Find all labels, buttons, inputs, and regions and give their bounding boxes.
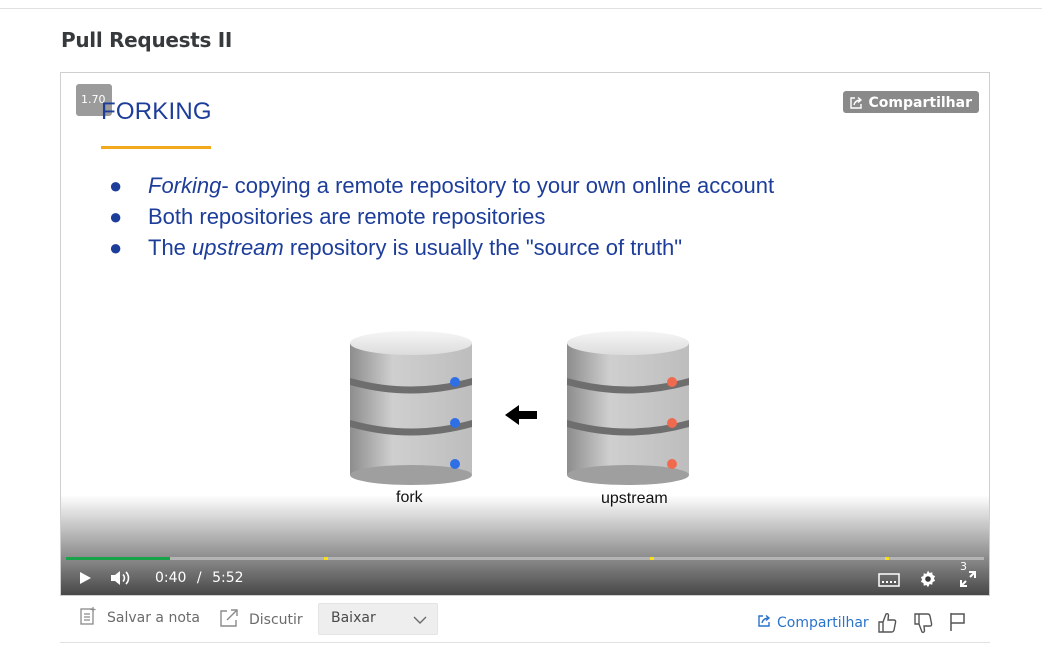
bullet-dot-icon: ● [109,173,123,198]
bottom-divider [60,642,990,643]
fork-dot [450,418,460,428]
captions-icon[interactable] [878,572,900,591]
upstream-dot [667,377,677,387]
progress-played [66,557,171,560]
database-diagram [350,331,689,485]
play-icon[interactable] [77,570,93,590]
share-icon [849,96,863,110]
volume-icon[interactable] [110,570,132,590]
fork-dot [450,377,460,387]
download-select-value: Baixar [331,610,376,626]
share-label: Compartilhar [777,615,869,631]
save-note-label: Salvar a nota [107,610,200,626]
current-time: 0:40 [155,570,187,586]
thumbs-down-icon[interactable] [913,612,933,638]
video-player[interactable]: 1.70 FORKING Compartilhar ● Forking- cop… [60,72,990,596]
fork-dot [450,459,460,469]
bullet-dot-icon: ● [109,204,123,229]
duration: 5:52 [212,570,244,586]
thumbs-up-icon[interactable] [877,612,897,638]
save-note-button[interactable]: Salvar a nota [79,606,200,630]
chapter-marker[interactable] [323,557,328,560]
share-link[interactable]: Compartilhar [757,614,869,632]
fork-database-icon [350,331,472,485]
discuss-button[interactable]: Discutir [219,608,303,632]
external-link-icon [219,608,239,632]
slide-bullet: ● Both repositories are remote repositor… [109,201,774,232]
share-overlay-label: Compartilhar [868,95,972,111]
chevron-down-icon [413,613,427,629]
slide-bullet: ● The upstream repository is usually the… [109,232,774,263]
note-icon [79,606,97,630]
settings-gear-icon[interactable] [919,570,937,592]
chapter-marker[interactable] [649,557,654,560]
flag-icon[interactable] [949,612,967,636]
share-overlay-button[interactable]: Compartilhar [842,91,979,113]
upstream-dot [667,459,677,469]
time-display: 0:40 / 5:52 [155,570,244,586]
upstream-dot [667,418,677,428]
bullet-dot-icon: ● [109,235,123,260]
fullscreen-icon[interactable] [959,570,977,592]
fork-upstream-diagram: fork upstream [341,323,701,513]
top-divider [0,8,1042,9]
slide-bullet: ● Forking- copying a remote repository t… [109,170,774,201]
slide-bullet-list: ● Forking- copying a remote repository t… [109,170,774,263]
progress-bar[interactable] [66,557,984,560]
left-arrow-icon [505,405,537,425]
slide-title-underline [101,146,211,149]
share-icon [757,614,771,632]
download-select[interactable]: Baixar [318,603,438,635]
slide-title: FORKING [101,98,212,125]
upstream-database-icon [567,331,689,485]
page-title: Pull Requests II [61,28,233,52]
chapter-marker[interactable] [884,557,889,560]
discuss-label: Discutir [249,612,303,628]
